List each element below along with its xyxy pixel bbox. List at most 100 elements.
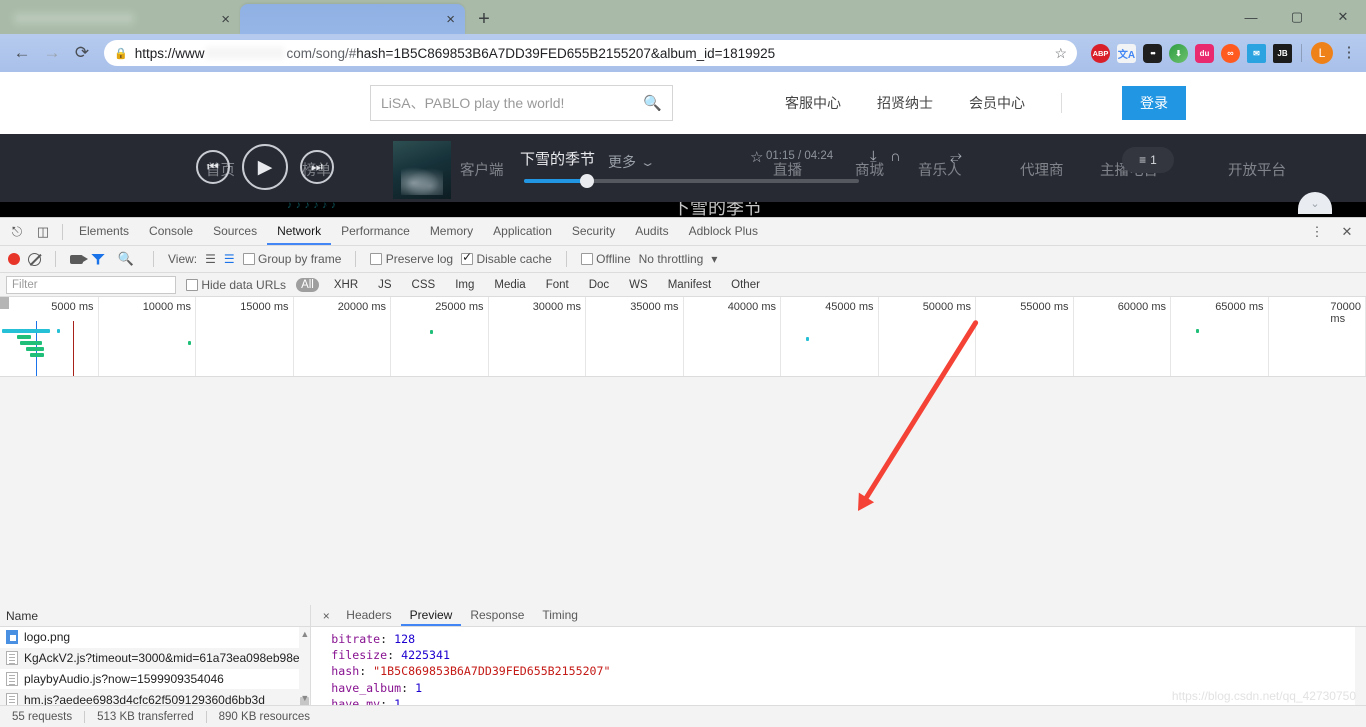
list-view-icon[interactable]: ☰ [205, 252, 216, 266]
waterfall-view-icon[interactable]: ☰ [224, 252, 235, 266]
tab-performance[interactable]: Performance [331, 218, 420, 245]
clear-icon[interactable] [28, 252, 41, 266]
profile-avatar[interactable]: L [1311, 42, 1333, 64]
headphone-icon[interactable]: ∩ [890, 148, 901, 165]
search-icon[interactable]: 🔍 [113, 246, 139, 272]
throttling-select[interactable]: No throttling [639, 252, 704, 266]
back-button[interactable]: ← [8, 39, 36, 67]
playlist-badge[interactable]: ≡ 1 [1122, 147, 1174, 173]
next-track-icon[interactable]: ⏭ [300, 150, 334, 184]
dark-extension-icon[interactable]: •• [1143, 43, 1162, 63]
request-row[interactable]: logo.png [0, 627, 310, 648]
type-filter-css[interactable]: CSS [407, 278, 441, 292]
detail-close-icon[interactable]: × [315, 609, 337, 623]
tab-elements[interactable]: Elements [69, 218, 139, 245]
detail-tab-timing[interactable]: Timing [533, 605, 587, 626]
type-filter-js[interactable]: JS [373, 278, 396, 292]
forward-button[interactable]: → [38, 39, 66, 67]
name-column-header[interactable]: Name [0, 605, 311, 627]
camera-icon[interactable] [70, 254, 88, 264]
type-filter-doc[interactable]: Doc [584, 278, 614, 292]
filter-input[interactable]: Filter [6, 275, 176, 294]
minimize-button[interactable]: — [1228, 0, 1274, 34]
devtools-more-icon[interactable]: ⋮ [1304, 219, 1330, 245]
maximize-button[interactable]: ▢ [1274, 0, 1320, 34]
detail-tab-headers[interactable]: Headers [337, 605, 400, 626]
previous-track-icon[interactable]: ⏮ [196, 150, 230, 184]
filter-icon[interactable] [91, 253, 105, 265]
network-timeline-overview[interactable]: 5000 ms 10000 ms 15000 ms 20000 ms 25000 ms 3… [0, 297, 1366, 377]
tab-adblock-plus[interactable]: Adblock Plus [679, 218, 768, 245]
tab-memory[interactable]: Memory [420, 218, 483, 245]
jetbrains-toolbox-icon[interactable]: JB [1273, 43, 1292, 63]
search-icon[interactable]: 🔍 [643, 94, 662, 112]
address-bar[interactable]: 🔒 https://www com/song/#hash=1B5C869853B… [104, 40, 1077, 66]
type-filter-all[interactable]: All [296, 277, 319, 292]
request-rows[interactable]: logo.png KgAckV2.js?timeout=3000&mid=61a7… [0, 627, 311, 705]
login-button[interactable]: 登录 [1122, 86, 1186, 120]
nav-link-member-center[interactable]: 会员中心 [969, 93, 1025, 113]
inspect-element-icon[interactable]: ⎋ [4, 219, 30, 245]
preview-scrollbar[interactable] [1355, 627, 1366, 705]
hide-data-urls-checkbox[interactable]: Hide data URLs [186, 278, 286, 292]
type-filter-xhr[interactable]: XHR [329, 278, 363, 292]
group-by-frame-checkbox[interactable]: Group by frame [242, 252, 341, 266]
request-row[interactable]: playbyAudio.js?now=1599909354046 [0, 669, 310, 690]
tab-sources[interactable]: Sources [203, 218, 267, 245]
tab-network[interactable]: Network [267, 218, 331, 245]
request-list-scrollbar[interactable]: ▲ ▼ [299, 627, 311, 727]
loop-icon[interactable]: ⥂ [950, 148, 962, 165]
internet-download-manager-icon[interactable]: ⬇ [1169, 43, 1188, 63]
type-filter-manifest[interactable]: Manifest [663, 278, 716, 292]
device-toolbar-icon[interactable]: ◫ [30, 219, 56, 245]
chrome-menu-icon[interactable]: ⋮ [1340, 45, 1358, 59]
request-row[interactable]: hm.js?aedee6983d4cfc62f509129360d6bb3d [0, 689, 311, 705]
close-window-button[interactable]: ✕ [1320, 0, 1366, 34]
offline-checkbox[interactable]: Offline [580, 252, 631, 266]
browser-tab-1[interactable]: × [0, 4, 240, 34]
disable-cache-checkbox[interactable]: Disable cache [461, 250, 552, 266]
du-extension-icon[interactable]: du [1195, 43, 1214, 63]
new-tab-button[interactable]: + [473, 9, 495, 29]
type-filter-other[interactable]: Other [726, 278, 765, 292]
scroll-down-arrow[interactable]: ▼ [300, 693, 309, 703]
progress-handle[interactable] [580, 174, 594, 188]
json-line[interactable]: filesize: 4225341 [321, 647, 1366, 663]
adblock-plus-icon[interactable]: ABP [1091, 43, 1110, 63]
type-filter-media[interactable]: Media [489, 278, 530, 292]
json-line[interactable]: bitrate: 128 [321, 631, 1366, 647]
tab-application[interactable]: Application [483, 218, 562, 245]
request-row[interactable]: KgAckV2.js?timeout=3000&mid=61a73ea098eb… [0, 647, 311, 669]
google-translate-icon[interactable]: 文A [1117, 43, 1136, 63]
devtools-close-icon[interactable]: ✕ [1334, 219, 1360, 245]
nav-link-customer-service[interactable]: 客服中心 [785, 93, 841, 113]
preserve-log-checkbox[interactable]: Preserve log [370, 252, 453, 266]
record-icon[interactable] [8, 253, 20, 265]
browser-tab-2-active[interactable]: × [240, 4, 465, 34]
album-cover-art[interactable] [393, 141, 451, 199]
tab-close-icon[interactable]: × [446, 12, 455, 27]
type-filter-ws[interactable]: WS [624, 278, 653, 292]
detail-tab-preview[interactable]: Preview [401, 605, 462, 626]
scroll-up-arrow[interactable]: ▲ [300, 629, 309, 639]
reload-button[interactable]: ⟳ [68, 39, 96, 67]
more-button[interactable]: 更多 ⌄ [608, 152, 656, 172]
bookmark-star-icon[interactable]: ☆ [1054, 45, 1067, 62]
infinity-newtab-icon[interactable]: ∞ [1221, 43, 1240, 63]
detail-tab-response[interactable]: Response [461, 605, 533, 626]
throttling-caret-icon[interactable]: ▾ [711, 252, 717, 266]
favorite-icon[interactable]: ☆ [750, 148, 763, 166]
type-filter-img[interactable]: Img [450, 278, 479, 292]
progress-bar[interactable] [524, 174, 859, 188]
json-line[interactable]: hash: "1B5C869853B6A7DD39FED655B2155207" [321, 663, 1366, 679]
type-filter-font[interactable]: Font [541, 278, 574, 292]
track-title[interactable]: 下雪的季节 [520, 148, 595, 169]
play-button-icon[interactable]: ▶ [242, 144, 288, 190]
tab-audits[interactable]: Audits [625, 218, 678, 245]
site-search-input[interactable]: LiSA、PABLO play the world! 🔍 [370, 85, 673, 121]
timeline-grip[interactable] [0, 297, 9, 309]
tab-close-icon[interactable]: × [221, 12, 230, 27]
download-icon[interactable]: ⤓ [870, 148, 877, 165]
tab-console[interactable]: Console [139, 218, 203, 245]
tab-security[interactable]: Security [562, 218, 625, 245]
